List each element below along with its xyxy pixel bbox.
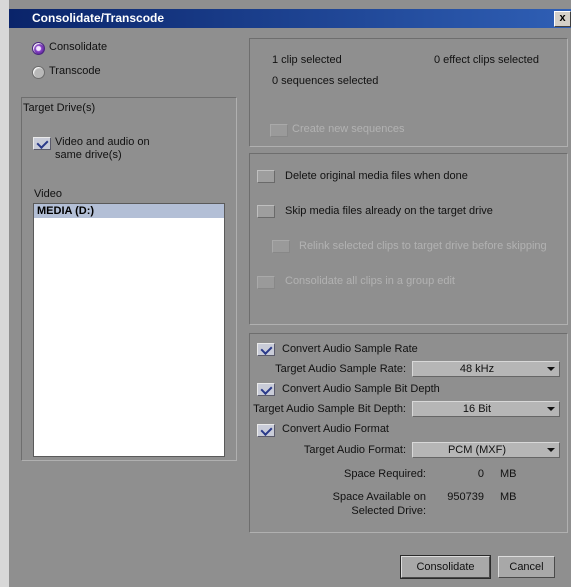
skip-media-label[interactable]: Skip media files already on the target d… [285, 205, 493, 218]
window-title: Consolidate/Transcode [32, 11, 165, 25]
space-required-unit: MB [500, 468, 517, 480]
effect-clips-selected-text: 0 effect clips selected [434, 54, 539, 66]
convert-rate-checkbox[interactable] [257, 343, 275, 356]
chevron-down-icon [547, 367, 555, 371]
space-available-value: 950739 [447, 491, 484, 503]
space-required-label: Space Required: [344, 468, 426, 480]
target-drive-title: Target Drive(s) [23, 102, 96, 114]
consolidate-radio[interactable] [32, 42, 45, 55]
relink-label[interactable]: Relink selected clips to target drive be… [299, 240, 547, 253]
same-drive-checkbox[interactable] [33, 137, 51, 150]
video-drive-label: Video [34, 188, 62, 200]
same-drive-label-2[interactable]: same drive(s) [55, 149, 122, 162]
rate-label: Target Audio Sample Rate: [275, 363, 406, 375]
consolidate-transcode-dialog: Consolidate/Transcode x Consolidate Tran… [0, 0, 571, 587]
transcode-radio-label[interactable]: Transcode [49, 65, 101, 78]
space-available-label-2: Selected Drive: [351, 505, 426, 517]
convert-format-checkbox[interactable] [257, 424, 275, 437]
convert-depth-checkbox[interactable] [257, 383, 275, 396]
consolidate-group-label[interactable]: Consolidate all clips in a group edit [285, 275, 455, 288]
audio-format-value: PCM (MXF) [447, 444, 507, 456]
sequences-selected-text: 0 sequences selected [272, 75, 379, 87]
delete-original-checkbox[interactable] [257, 170, 275, 183]
create-new-sequences-label[interactable]: Create new sequences [292, 123, 405, 136]
space-available-label-1: Space Available on [332, 491, 426, 503]
space-required-value: 0 [477, 468, 484, 480]
cancel-button[interactable]: Cancel [498, 556, 555, 578]
convert-rate-label[interactable]: Convert Audio Sample Rate [282, 343, 418, 356]
drive-list-item[interactable]: MEDIA (D:) [34, 204, 224, 218]
depth-label: Target Audio Sample Bit Depth: [253, 403, 406, 415]
video-drive-list[interactable]: MEDIA (D:) [33, 203, 225, 457]
space-available-unit: MB [500, 491, 517, 503]
title-bar: Consolidate/Transcode x [9, 9, 571, 28]
consolidate-group-checkbox[interactable] [257, 276, 275, 289]
bit-depth-select[interactable]: 16 Bit [412, 401, 560, 417]
create-new-sequences-checkbox[interactable] [270, 124, 288, 137]
convert-format-label[interactable]: Convert Audio Format [282, 423, 389, 436]
bit-depth-value: 16 Bit [462, 403, 492, 415]
same-drive-label-1[interactable]: Video and audio on [55, 136, 150, 149]
sample-rate-select[interactable]: 48 kHz [412, 361, 560, 377]
audio-format-select[interactable]: PCM (MXF) [412, 442, 560, 458]
sample-rate-value: 48 kHz [459, 363, 495, 375]
chevron-down-icon [547, 407, 555, 411]
clips-selected-text: 1 clip selected [272, 54, 342, 66]
delete-original-label[interactable]: Delete original media files when done [285, 170, 468, 183]
skip-media-checkbox[interactable] [257, 205, 275, 218]
format-label: Target Audio Format: [303, 444, 406, 456]
window-edge [0, 0, 9, 587]
relink-checkbox[interactable] [272, 240, 290, 253]
transcode-radio[interactable] [32, 66, 45, 79]
consolidate-radio-label[interactable]: Consolidate [49, 41, 107, 54]
convert-depth-label[interactable]: Convert Audio Sample Bit Depth [282, 383, 440, 396]
close-icon[interactable]: x [554, 11, 571, 27]
consolidate-button[interactable]: Consolidate [400, 555, 491, 579]
chevron-down-icon [547, 448, 555, 452]
